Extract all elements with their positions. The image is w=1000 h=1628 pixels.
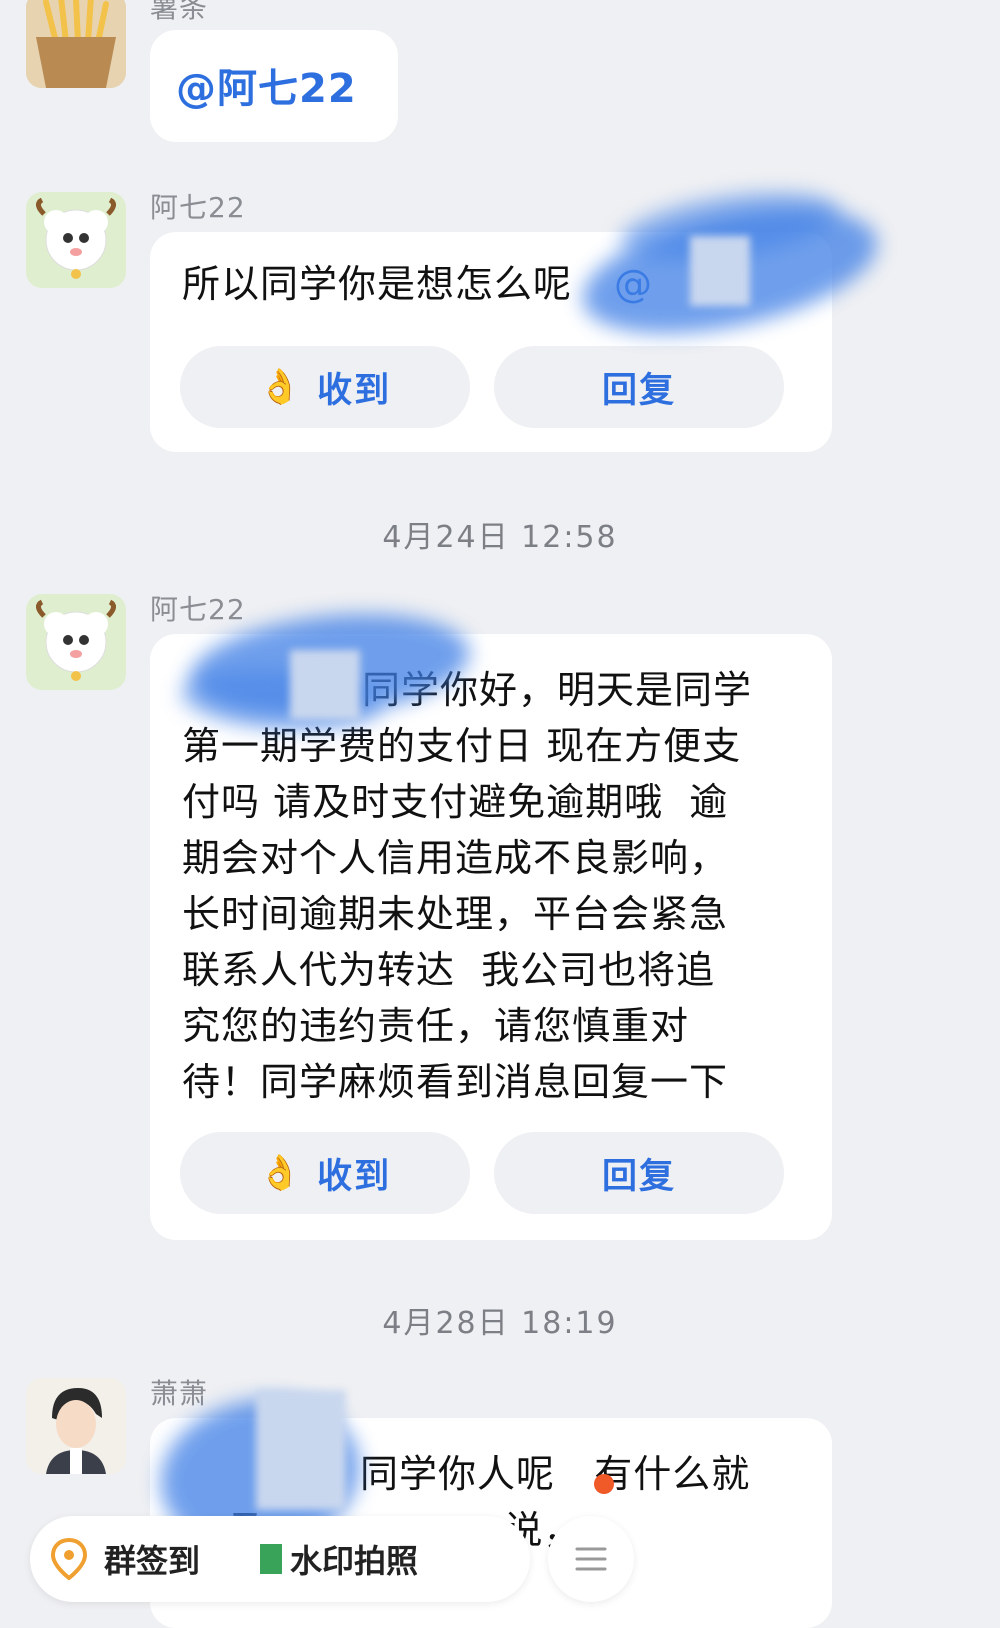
message-line: 同学你人呢 有什么就 xyxy=(360,1452,751,1496)
redaction-pixelate xyxy=(290,650,360,720)
notification-dot xyxy=(594,1474,614,1494)
reply-button[interactable]: 回复 xyxy=(494,1132,784,1214)
checkin-button[interactable]: 群签到 xyxy=(50,1536,200,1582)
checkin-label: 群签到 xyxy=(104,1542,201,1580)
reply-label: 回复 xyxy=(601,370,676,411)
reply-button[interactable]: 回复 xyxy=(494,346,784,428)
message-line: 待！同学麻烦看到消息回复一下 xyxy=(182,1060,729,1104)
fries-icon xyxy=(26,0,126,88)
timestamp: 4月28日 18:19 xyxy=(382,1306,618,1341)
sheep-icon xyxy=(26,192,126,288)
avatar-sheep[interactable] xyxy=(26,192,126,288)
sheep-icon xyxy=(26,594,126,690)
avatar-fries[interactable] xyxy=(26,0,126,88)
sender-name: 阿七22 xyxy=(150,191,246,224)
reply-label: 回复 xyxy=(601,1156,676,1197)
mention-text[interactable]: @阿七22 xyxy=(176,56,357,114)
ok-hand-icon: 👌 xyxy=(258,1153,304,1193)
ack-button[interactable]: 👌 收到 xyxy=(180,346,470,428)
sender-name: 阿七22 xyxy=(150,593,246,626)
camera-icon xyxy=(260,1544,283,1574)
message-text: 所以同学你是想怎么呢 xyxy=(182,262,573,306)
watermark-photo-button[interactable]: 水印拍照 xyxy=(260,1536,418,1582)
location-pin-icon xyxy=(50,1538,88,1580)
redaction-pixelate xyxy=(256,1390,346,1510)
message-line: 究您的违约责任，请您慎重对 xyxy=(182,1004,690,1048)
menu-button[interactable] xyxy=(548,1516,634,1602)
watermark-label: 水印拍照 xyxy=(290,1542,419,1580)
redaction-pixelate xyxy=(690,236,750,306)
menu-icon xyxy=(575,1547,607,1571)
sender-name: 薯条 xyxy=(150,0,209,24)
ok-hand-icon: 👌 xyxy=(258,367,304,407)
avatar-person[interactable] xyxy=(26,1378,126,1474)
message-line: 期会对个人信用造成不良影响， xyxy=(182,836,729,880)
avatar-sheep[interactable] xyxy=(26,594,126,690)
timestamp: 4月24日 12:58 xyxy=(382,520,618,555)
person-avatar-icon xyxy=(26,1378,126,1474)
message-line: 联系人代为转达 我公司也将追 xyxy=(182,948,716,992)
message-line: 付吗 请及时支付避免逾期哦 逾 xyxy=(182,780,729,824)
quick-action-bar: 群签到 水印拍照 xyxy=(30,1516,530,1602)
ack-label: 收到 xyxy=(317,1156,392,1197)
ack-button[interactable]: 👌 收到 xyxy=(180,1132,470,1214)
message-bubble[interactable]: @阿七22 xyxy=(150,30,398,142)
message-line: 长时间逾期未处理，平台会紧急 xyxy=(182,892,729,936)
ack-label: 收到 xyxy=(317,370,392,411)
sender-name: 萧萧 xyxy=(150,1377,209,1410)
